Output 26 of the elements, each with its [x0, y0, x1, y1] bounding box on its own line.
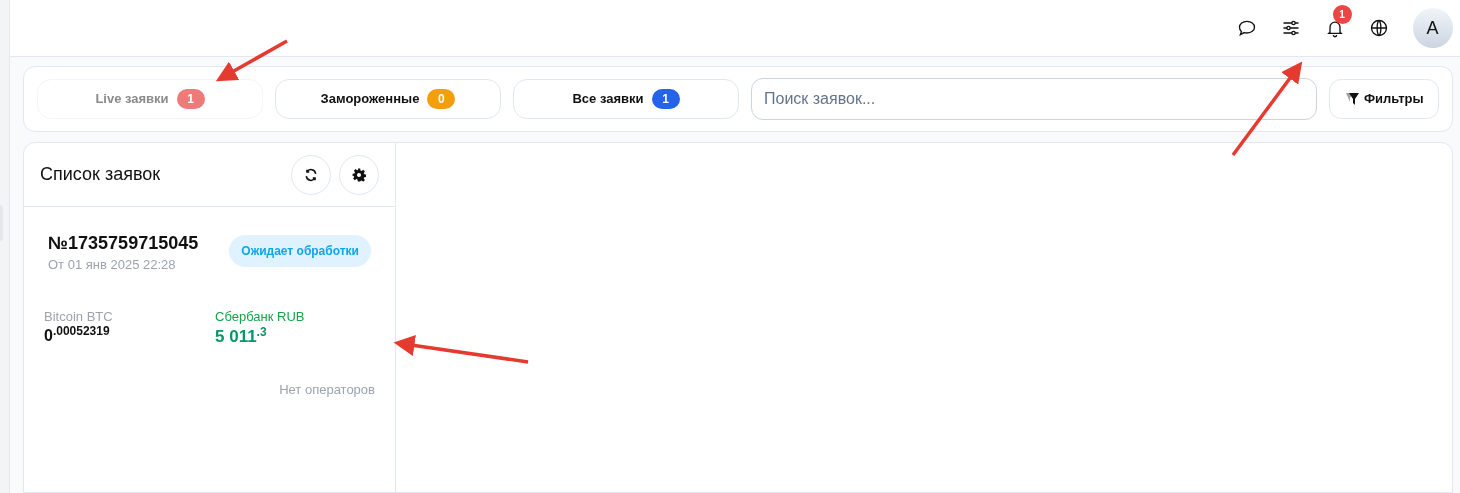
order-date: От 01 янв 2025 22:28 — [48, 256, 177, 274]
currency-label: Сбербанк RUB — [215, 307, 305, 326]
refresh-icon — [304, 167, 318, 182]
count-badge: 1 — [176, 89, 205, 109]
search-field[interactable]: Поиск заявок... — [751, 78, 1317, 120]
tab-label: Все заявки — [572, 90, 644, 109]
filter-tab[interactable]: Все заявки 1 — [513, 79, 739, 119]
amount-text: 0$^{.00052319}$ — [44, 326, 111, 346]
operators-text: Нет операторов — [279, 381, 375, 399]
order-number: №1735759715045 — [48, 232, 199, 255]
notification-badge: 1 — [1332, 5, 1352, 24]
globe-icon[interactable] — [1368, 18, 1389, 38]
panel-title: Список заявок — [40, 163, 161, 186]
filter-button[interactable]: Фильтры — [1329, 79, 1439, 119]
filter-tab[interactable]: Замороженные 0 — [275, 79, 501, 119]
currency-label: Bitcoin BTC — [44, 307, 114, 326]
tab-label: Замороженные — [320, 90, 420, 109]
settings-icon — [352, 167, 366, 182]
count-badge: 0 — [427, 89, 456, 109]
user-avatar[interactable]: A — [1412, 8, 1453, 48]
filter-icon — [1344, 92, 1360, 106]
chat-icon[interactable] — [1236, 18, 1257, 38]
amount-text: 5 011$^{.3}$ — [215, 326, 268, 348]
status-badge: Ожидает обработки — [229, 235, 371, 267]
count-badge: 1 — [651, 89, 680, 109]
tab-label: Live заявки — [95, 90, 169, 109]
